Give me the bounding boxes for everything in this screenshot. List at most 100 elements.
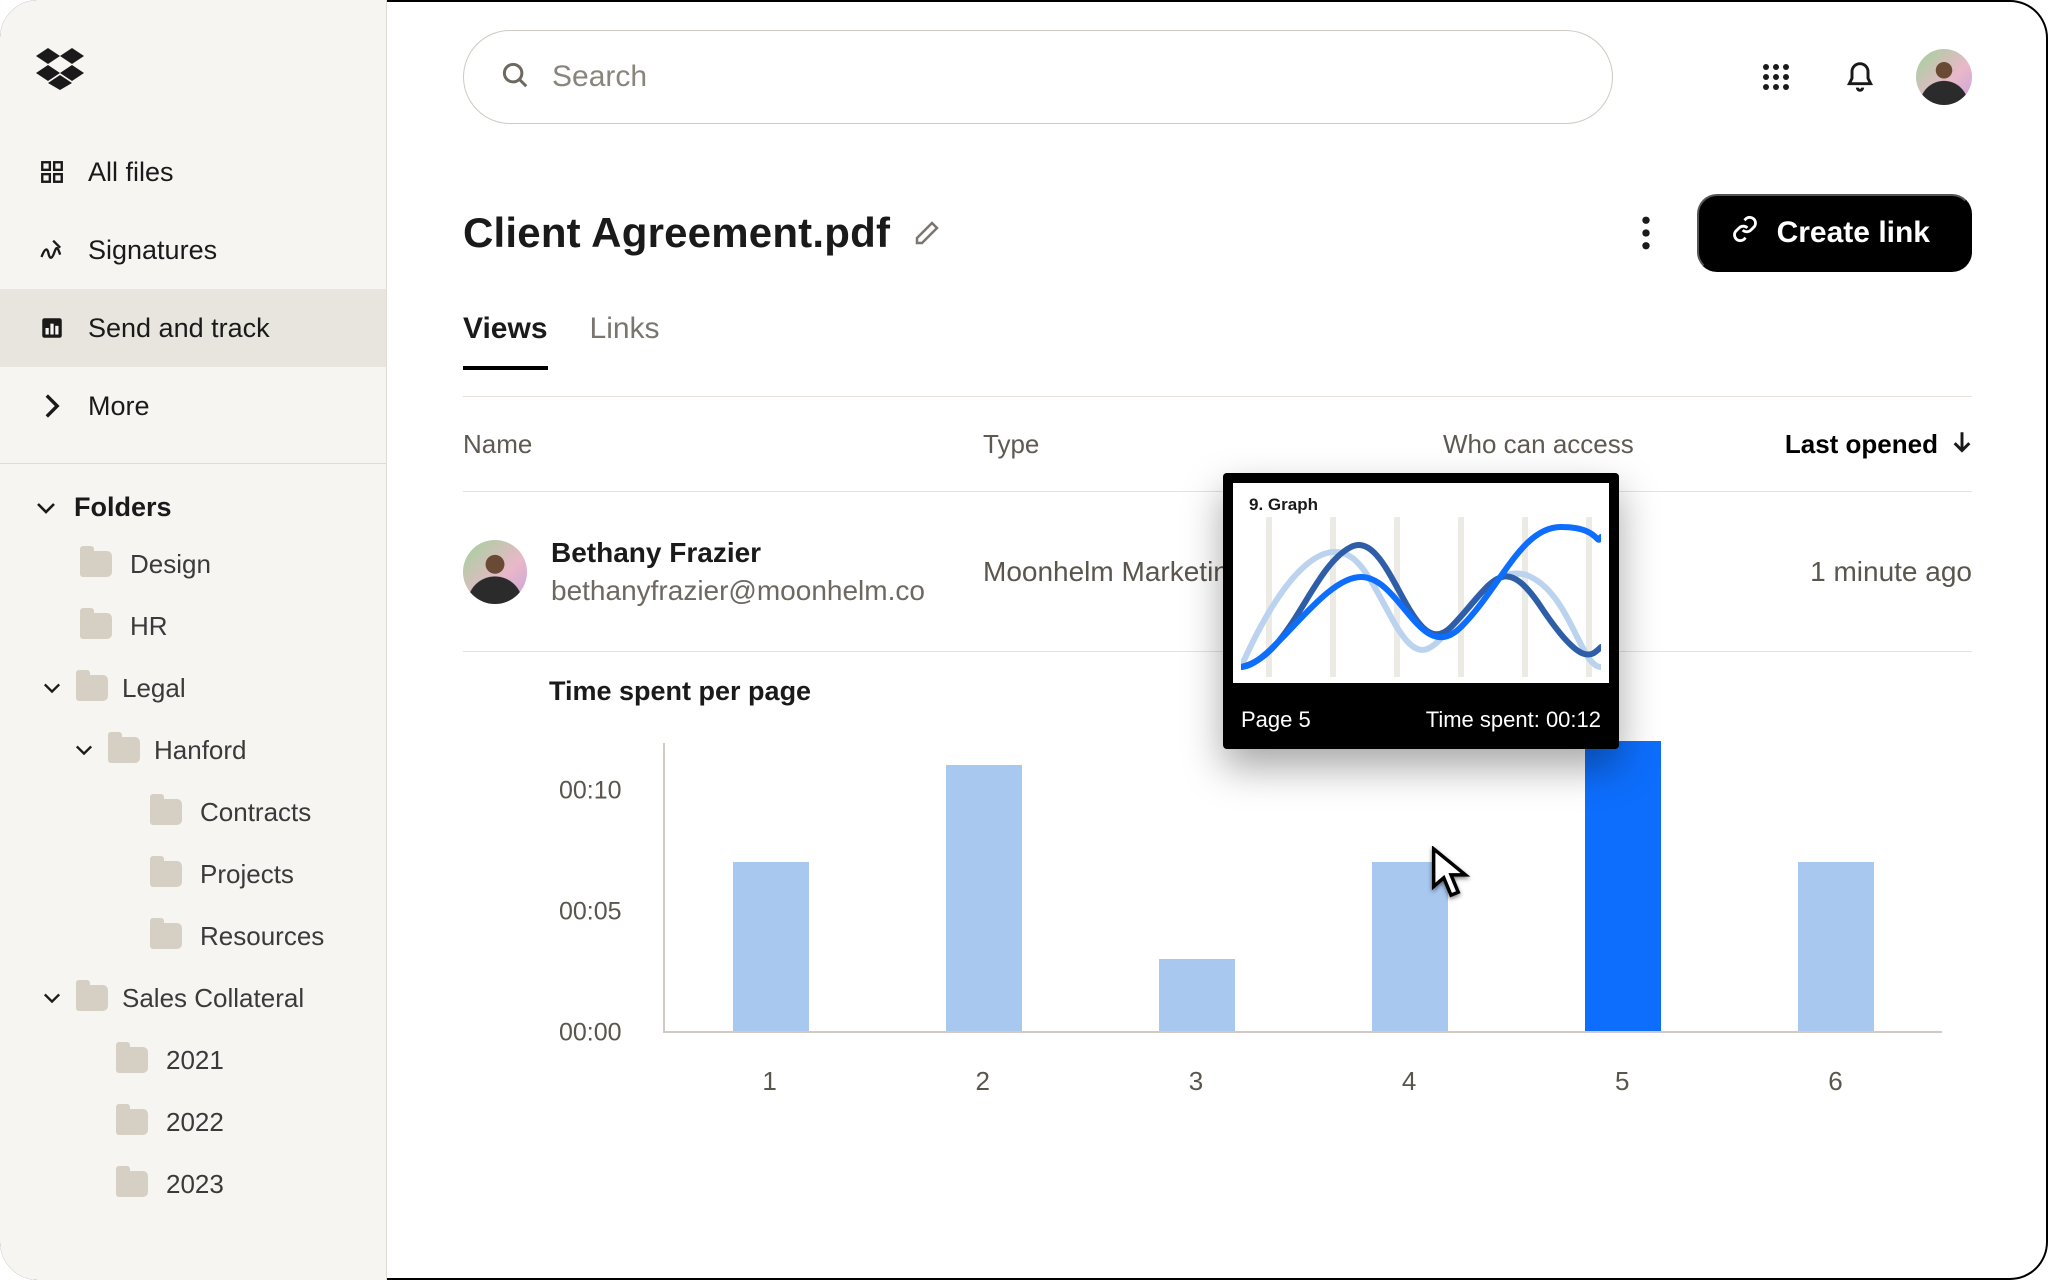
folder-label: 2023 bbox=[166, 1169, 224, 1200]
cell-name: Bethany Frazier bethanyfrazier@moonhelm.… bbox=[463, 537, 983, 607]
chart-x-label: 3 bbox=[1089, 1066, 1302, 1097]
chart-y-label: 00:10 bbox=[559, 777, 622, 806]
folder-label: Hanford bbox=[154, 735, 247, 766]
chart-x-labels: 123456 bbox=[663, 1066, 1942, 1097]
chevron-down-icon bbox=[42, 988, 62, 1008]
sidebar: All files Signatures Send and track More bbox=[0, 0, 387, 1280]
user-avatar[interactable] bbox=[1916, 49, 1972, 105]
folder-contracts[interactable]: Contracts bbox=[0, 781, 386, 843]
nav-more[interactable]: More bbox=[0, 367, 386, 445]
folder-icon bbox=[150, 799, 182, 825]
folder-icon bbox=[108, 737, 140, 763]
chart-area: 00:0000:0500:10 123456 bbox=[463, 743, 1972, 1057]
page-title: Client Agreement.pdf bbox=[463, 209, 890, 257]
folder-label: Sales Collateral bbox=[122, 983, 304, 1014]
nav-label: Signatures bbox=[88, 235, 217, 266]
th-access[interactable]: Who can access bbox=[1443, 429, 1703, 460]
cell-last-opened: 1 minute ago bbox=[1810, 556, 1972, 588]
folder-legal[interactable]: Legal bbox=[0, 657, 386, 719]
folder-label: Contracts bbox=[200, 797, 311, 828]
nav-send-and-track[interactable]: Send and track bbox=[0, 289, 386, 367]
preview-thumbnail: 9. Graph bbox=[1223, 473, 1619, 693]
folder-icon bbox=[116, 1047, 148, 1073]
main-content: Client Agreement.pdf Create link Views L… bbox=[387, 0, 2048, 1280]
table-header: Name Type Who can access Last opened bbox=[463, 396, 1972, 492]
preview-time: Time spent: 00:12 bbox=[1426, 707, 1601, 733]
viewer-name: Bethany Frazier bbox=[551, 537, 925, 569]
chart-bar[interactable] bbox=[1159, 959, 1235, 1032]
chart-bar[interactable] bbox=[1585, 741, 1661, 1031]
nav-label: More bbox=[88, 391, 150, 422]
link-icon bbox=[1731, 215, 1759, 251]
topbar bbox=[463, 30, 1972, 124]
chart-bar[interactable] bbox=[733, 862, 809, 1031]
folder-sales-collateral[interactable]: Sales Collateral bbox=[0, 967, 386, 1029]
page-title-row: Client Agreement.pdf Create link bbox=[463, 194, 1972, 272]
edit-title-button[interactable] bbox=[912, 218, 942, 248]
more-actions-button[interactable] bbox=[1621, 208, 1671, 258]
search-input[interactable] bbox=[552, 60, 1576, 94]
folder-label: Projects bbox=[200, 859, 294, 890]
chevron-down-icon bbox=[74, 740, 94, 760]
folder-label: 2021 bbox=[166, 1045, 224, 1076]
chart-x-label: 2 bbox=[876, 1066, 1089, 1097]
nav-label: Send and track bbox=[88, 313, 270, 344]
apps-grid-button[interactable] bbox=[1748, 49, 1804, 105]
chevron-down-icon bbox=[36, 498, 56, 518]
folders-label: Folders bbox=[74, 492, 172, 523]
page-preview-tooltip: 9. Graph Page 5 bbox=[1223, 473, 1619, 749]
folder-projects[interactable]: Projects bbox=[0, 843, 386, 905]
preview-heading: 9. Graph bbox=[1249, 495, 1593, 515]
chevron-right-icon bbox=[38, 392, 66, 420]
folder-hanford[interactable]: Hanford bbox=[0, 719, 386, 781]
folder-icon bbox=[76, 985, 108, 1011]
th-name[interactable]: Name bbox=[463, 429, 983, 460]
search-field[interactable] bbox=[463, 30, 1613, 124]
nav-signatures[interactable]: Signatures bbox=[0, 211, 386, 289]
folder-label: Legal bbox=[122, 673, 186, 704]
dropbox-logo bbox=[0, 48, 386, 133]
tab-links[interactable]: Links bbox=[590, 312, 660, 370]
th-last-opened-label: Last opened bbox=[1785, 429, 1938, 460]
folder-icon bbox=[150, 861, 182, 887]
chart-time-spent: Time spent per page 00:0000:0500:10 1234… bbox=[463, 676, 1972, 1057]
folder-hr[interactable]: HR bbox=[0, 595, 386, 657]
th-type[interactable]: Type bbox=[983, 429, 1443, 460]
folder-2023[interactable]: 2023 bbox=[0, 1153, 386, 1215]
chevron-down-icon bbox=[42, 678, 62, 698]
th-last-opened[interactable]: Last opened bbox=[1785, 429, 1972, 460]
tabs: Views Links bbox=[463, 312, 1972, 370]
folders-header[interactable]: Folders bbox=[0, 474, 386, 533]
signature-icon bbox=[38, 236, 66, 264]
folder-design[interactable]: Design bbox=[0, 533, 386, 595]
chart-bar[interactable] bbox=[946, 765, 1022, 1031]
chart-x-label: 4 bbox=[1303, 1066, 1516, 1097]
viewer-email: bethanyfrazier@moonhelm.co bbox=[551, 575, 925, 607]
folder-icon bbox=[150, 923, 182, 949]
tab-views[interactable]: Views bbox=[463, 312, 548, 370]
folder-2022[interactable]: 2022 bbox=[0, 1091, 386, 1153]
nav-all-files[interactable]: All files bbox=[0, 133, 386, 211]
table-row[interactable]: Bethany Frazier bethanyfrazier@moonhelm.… bbox=[463, 492, 1972, 652]
notifications-button[interactable] bbox=[1832, 49, 1888, 105]
folder-label: Design bbox=[130, 549, 211, 580]
preview-page: Page 5 bbox=[1241, 707, 1311, 733]
folder-resources[interactable]: Resources bbox=[0, 905, 386, 967]
chart-y-label: 00:05 bbox=[559, 898, 622, 927]
chart-bar[interactable] bbox=[1372, 862, 1448, 1031]
folder-icon bbox=[116, 1109, 148, 1135]
folder-2021[interactable]: 2021 bbox=[0, 1029, 386, 1091]
chart-x-label: 1 bbox=[663, 1066, 876, 1097]
chart-x-label: 5 bbox=[1516, 1066, 1729, 1097]
chart-bar[interactable] bbox=[1798, 862, 1874, 1031]
create-link-button[interactable]: Create link bbox=[1697, 194, 1972, 272]
folder-icon bbox=[116, 1171, 148, 1197]
folder-icon bbox=[80, 613, 112, 639]
chart-x-label: 6 bbox=[1729, 1066, 1942, 1097]
folder-icon bbox=[80, 551, 112, 577]
folder-icon bbox=[76, 675, 108, 701]
divider bbox=[0, 463, 386, 464]
search-icon bbox=[500, 60, 530, 95]
folder-label: Resources bbox=[200, 921, 324, 952]
chart-plot bbox=[663, 743, 1942, 1033]
